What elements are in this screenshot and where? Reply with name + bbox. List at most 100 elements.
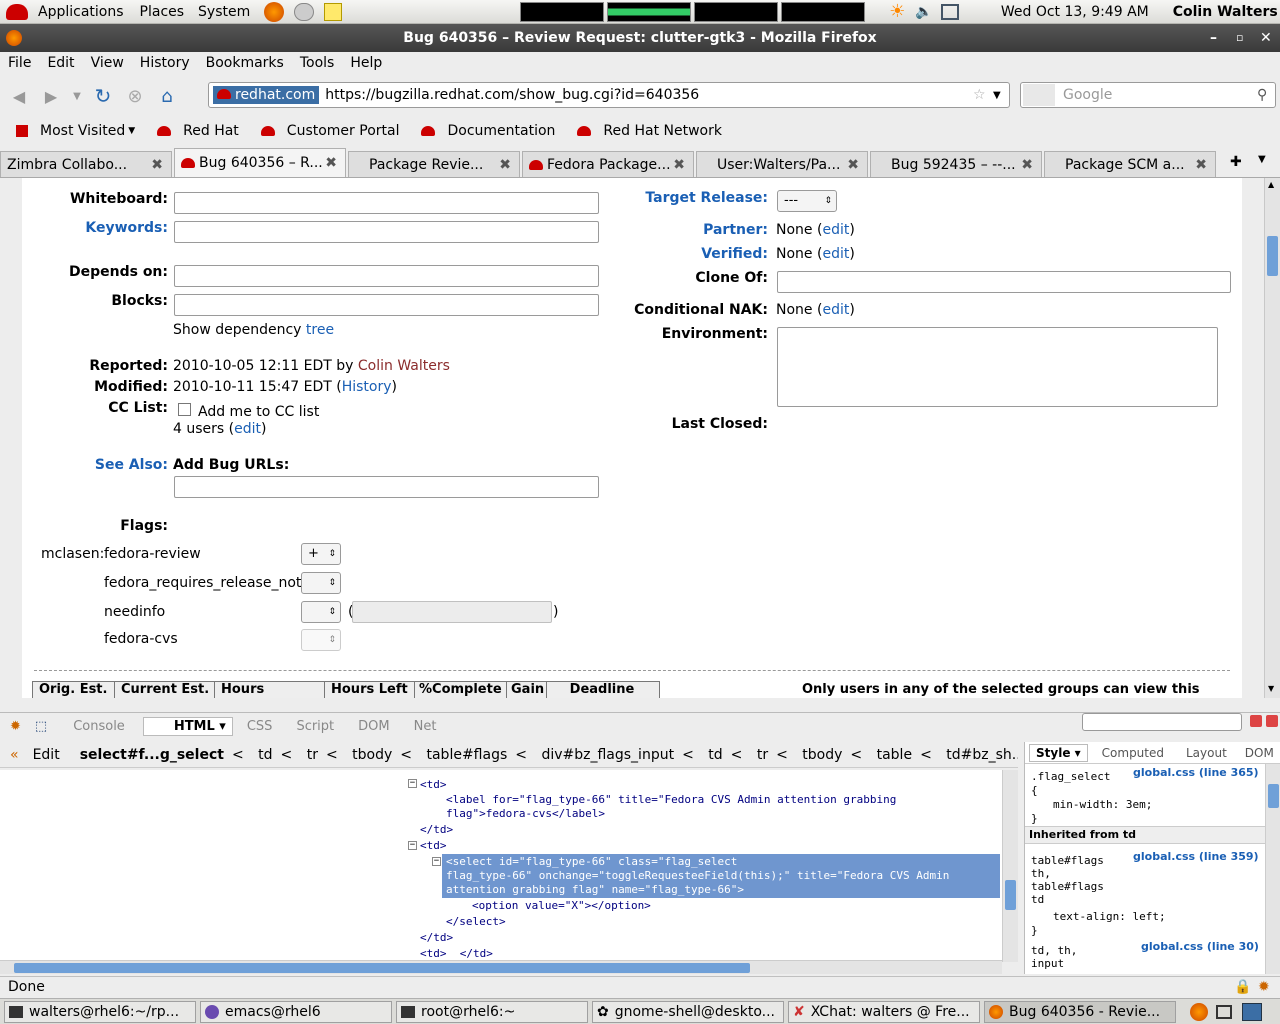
firebug-search-input[interactable]	[1082, 713, 1242, 731]
menu-help[interactable]: Help	[342, 55, 390, 71]
scroll-up-icon[interactable]: ▲	[1268, 180, 1274, 189]
minimize-icon[interactable]: –	[1210, 24, 1217, 52]
firebug-tab-script[interactable]: Script	[296, 719, 334, 734]
page-scrollbar[interactable]: ▲ ▼	[1264, 178, 1280, 698]
whiteboard-field[interactable]	[174, 192, 599, 214]
tab-list-icon[interactable]: ▼	[1258, 154, 1266, 165]
environment-textarea[interactable]	[777, 327, 1218, 407]
scroll-down-icon[interactable]: ▼	[1268, 684, 1274, 693]
side-tab-dom[interactable]: DOM	[1245, 746, 1274, 760]
stop-icon[interactable]: ⊗	[122, 83, 148, 109]
weather-icon[interactable]: ☀	[889, 1, 905, 22]
html-line[interactable]: <td>	[420, 778, 447, 791]
network-icon[interactable]	[940, 3, 959, 20]
clock[interactable]: Wed Oct 13, 9:49 AM	[1001, 4, 1149, 20]
html-line[interactable]: <td> </td>	[420, 947, 493, 960]
css-source-link[interactable]: global.css (line 365)	[1133, 766, 1259, 779]
collapse-icon[interactable]: −	[432, 857, 441, 866]
add-me-cc-checkbox[interactable]	[178, 403, 191, 416]
html-line[interactable]: <label for="flag_type-66" title="Fedora …	[446, 793, 896, 806]
target-release-link[interactable]: Target Release:	[622, 190, 768, 206]
firebug-icon[interactable]: ✹	[10, 719, 21, 734]
collapse-icon[interactable]: −	[408, 841, 417, 850]
home-icon[interactable]: ⌂	[154, 83, 180, 109]
history-dropdown-icon[interactable]: ▼	[70, 83, 84, 109]
scroll-thumb[interactable]	[1267, 236, 1278, 276]
firebug-tab-console[interactable]: Console	[73, 719, 125, 734]
crumb-td[interactable]: < td	[232, 747, 273, 763]
scroll-thumb[interactable]	[1268, 784, 1279, 808]
scroll-thumb[interactable]	[14, 963, 750, 973]
html-line-selected[interactable]: flag_type-66" onchange="toggleRequesteeF…	[446, 869, 949, 882]
reload-icon[interactable]: ↻	[90, 83, 116, 109]
html-line[interactable]: <option value="X"></option>	[472, 899, 651, 912]
search-icon[interactable]: ⚲	[1257, 87, 1267, 103]
tab-user-walters[interactable]: User:Walters/Pa... ✖	[696, 151, 868, 177]
flag-needinfo-select[interactable]: ⇕	[301, 601, 341, 623]
reporter-link[interactable]: Colin Walters	[358, 358, 450, 374]
close-tab-icon[interactable]: ✖	[847, 157, 859, 173]
bookmark-most-visited[interactable]: Most Visited ▼	[8, 123, 135, 139]
menu-history[interactable]: History	[132, 55, 198, 71]
flag-fedora-review-select[interactable]: + ⇕	[301, 543, 341, 565]
tab-zimbra[interactable]: Zimbra Collabo... ✖	[0, 151, 172, 177]
html-line[interactable]: </td>	[420, 823, 453, 836]
crumb-tbody[interactable]: < tbody	[326, 747, 392, 763]
bookmark-customer-portal[interactable]: Customer Portal	[253, 123, 399, 139]
maximize-icon[interactable]: ▫	[1236, 24, 1243, 52]
css-declaration[interactable]: text-align: left;	[1053, 910, 1166, 923]
verified-link[interactable]: Verified:	[622, 246, 768, 262]
side-tab-computed[interactable]: Computed	[1102, 746, 1164, 760]
tray-firefox-icon[interactable]	[1190, 1002, 1208, 1021]
css-source-link[interactable]: global.css (line 359)	[1133, 850, 1259, 863]
crumb-td-2[interactable]: < td	[682, 747, 723, 763]
tab-bug-592435[interactable]: Bug 592435 – --... ✖	[870, 151, 1042, 177]
close-tab-icon[interactable]: ✖	[673, 157, 685, 173]
back-icon[interactable]: ◀	[6, 83, 32, 109]
side-tab-layout[interactable]: Layout	[1186, 746, 1227, 760]
bookmark-documentation[interactable]: Documentation	[413, 123, 555, 139]
show-desktop-icon[interactable]	[1216, 1004, 1232, 1019]
task-terminal-walters[interactable]: walters@rhel6:~/rp...	[4, 1000, 196, 1023]
blocks-field[interactable]	[174, 294, 599, 316]
depends-on-field[interactable]	[174, 265, 599, 287]
crumb-tr-2[interactable]: < tr	[731, 747, 768, 763]
css-source-link[interactable]: global.css (line 30)	[1141, 940, 1259, 953]
css-selector[interactable]: .flag_select	[1031, 770, 1110, 783]
history-link[interactable]: History	[342, 379, 392, 395]
edit-button[interactable]: Edit	[33, 747, 60, 763]
menu-view[interactable]: View	[83, 55, 132, 71]
firebug-tab-html[interactable]: HTML ▾	[142, 717, 233, 736]
menu-file[interactable]: File	[0, 55, 39, 71]
html-line-selected[interactable]: attention grabbing flag" name="flag_type…	[446, 883, 744, 896]
firebug-tab-dom[interactable]: DOM	[358, 719, 389, 734]
firebug-detach-icon[interactable]	[1266, 715, 1278, 727]
task-firefox[interactable]: Bug 640356 - Revie...	[984, 1000, 1176, 1023]
dependency-tree-link[interactable]: tree	[306, 322, 334, 338]
url-bar[interactable]: redhat.com https://bugzilla.redhat.com/s…	[208, 82, 1010, 108]
firebug-tab-css[interactable]: CSS	[247, 719, 273, 734]
url-dropdown-icon[interactable]: ▼	[993, 90, 1001, 101]
bookmark-star-icon[interactable]: ☆	[973, 87, 986, 103]
new-tab-icon[interactable]: ✚	[1230, 154, 1242, 170]
places-menu[interactable]: Places	[140, 4, 185, 20]
flag-release-note-select[interactable]: ⇕	[301, 572, 341, 594]
crumb-table-flags[interactable]: < table#flags	[400, 747, 507, 763]
site-identity[interactable]: redhat.com	[213, 86, 320, 104]
html-line[interactable]: </select>	[446, 915, 506, 928]
html-line-selected[interactable]: <select id="flag_type-66" class="flag_se…	[446, 855, 737, 868]
search-engine-icon[interactable]	[1023, 84, 1055, 106]
system-menu[interactable]: System	[198, 4, 250, 20]
close-tab-icon[interactable]: ✖	[1195, 157, 1207, 173]
partner-link[interactable]: Partner:	[622, 222, 768, 238]
side-tab-style[interactable]: Style ▾	[1029, 743, 1088, 762]
workspace-switcher-icon[interactable]	[1242, 1002, 1262, 1021]
html-pane-hscrollbar[interactable]	[0, 960, 1002, 974]
needinfo-requestee-field[interactable]	[352, 601, 552, 623]
keywords-field[interactable]	[174, 221, 599, 243]
applications-menu[interactable]: Applications	[38, 4, 124, 20]
tab-package-review[interactable]: Package Revie... ✖	[348, 151, 520, 177]
mail-launcher-icon[interactable]	[294, 2, 315, 21]
task-emacs[interactable]: emacs@rhel6	[200, 1000, 392, 1023]
volume-icon[interactable]: 🔈	[915, 4, 932, 20]
